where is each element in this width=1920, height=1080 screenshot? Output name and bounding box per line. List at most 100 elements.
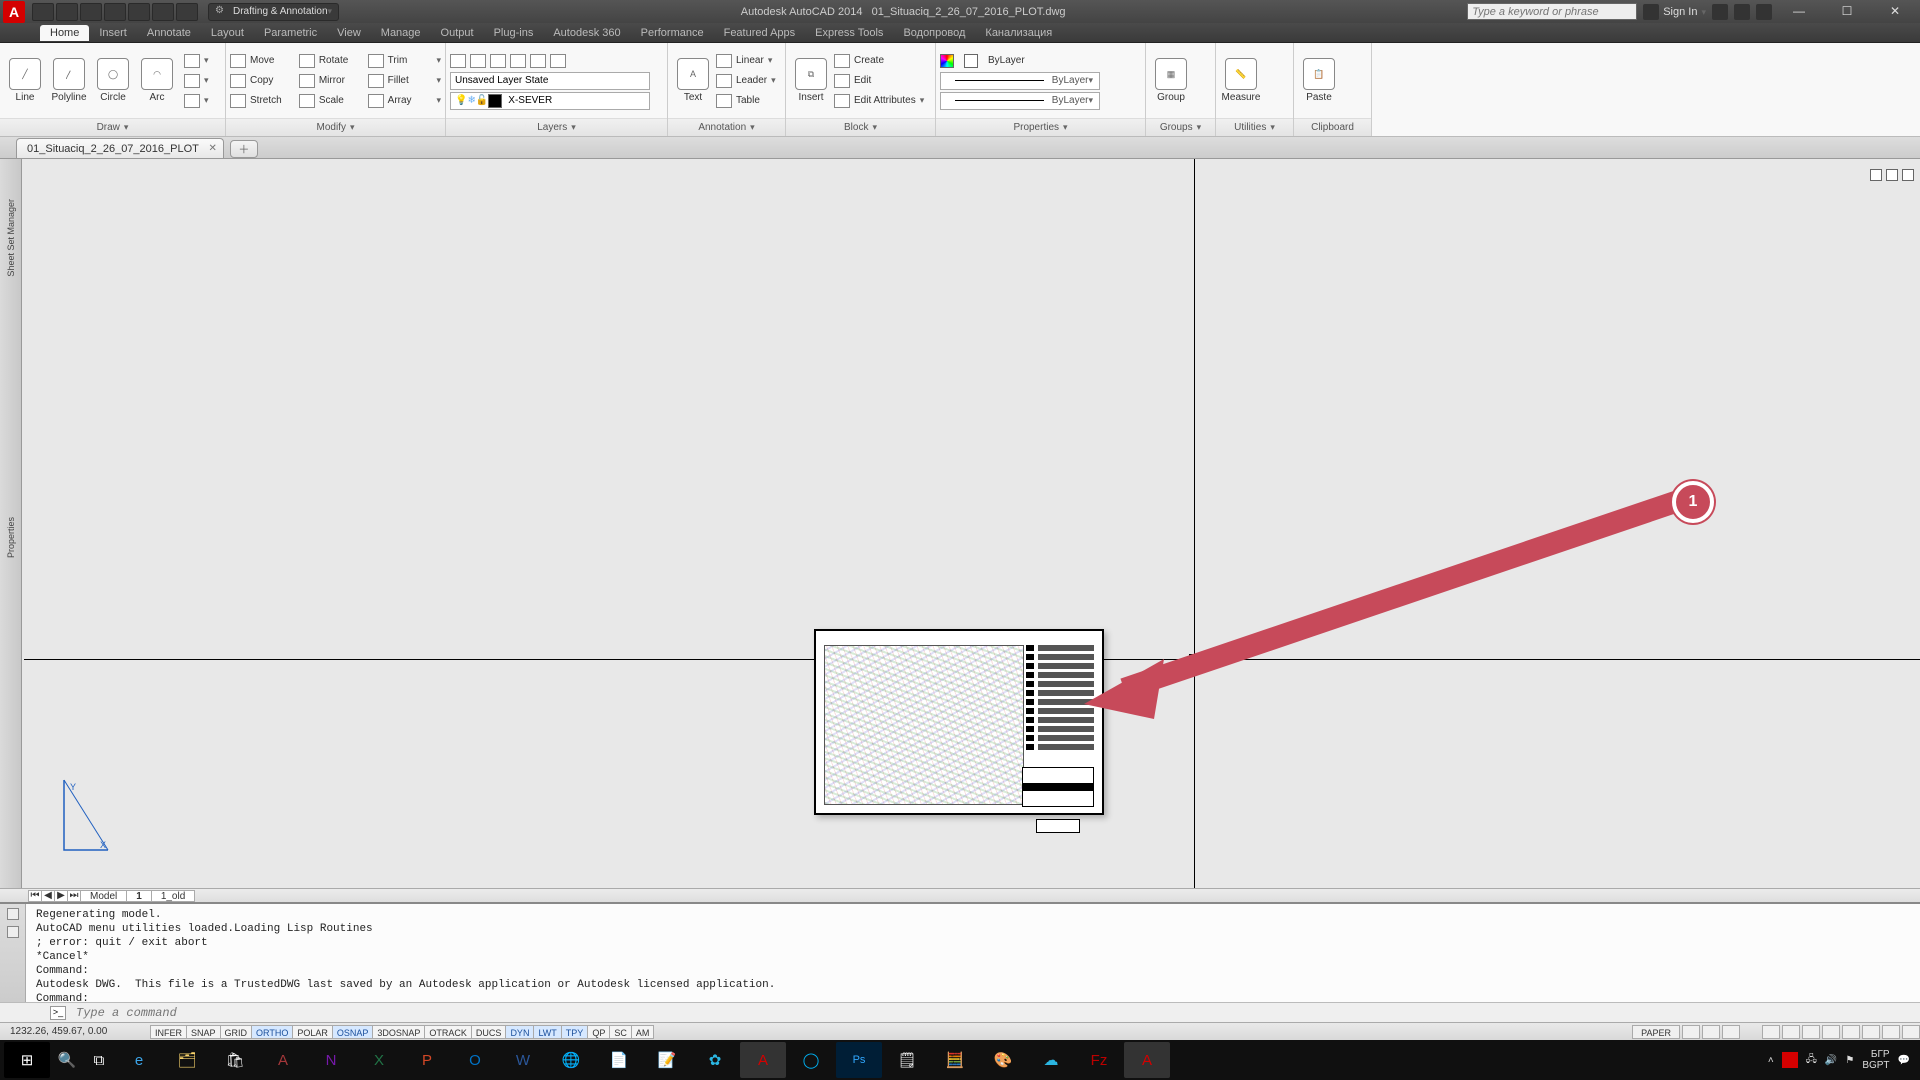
powerpoint-icon[interactable]: P bbox=[404, 1042, 450, 1078]
stretch-button[interactable]: Stretch bbox=[230, 94, 289, 108]
signin-button[interactable]: Sign In bbox=[1643, 4, 1706, 20]
file-tab[interactable]: 01_Situaciq_2_26_07_2016_PLOT ✕ bbox=[16, 138, 224, 158]
help-search-input[interactable] bbox=[1467, 3, 1637, 20]
toggle-ducs[interactable]: DUCS bbox=[471, 1025, 507, 1039]
toggle-polar[interactable]: POLAR bbox=[292, 1025, 333, 1039]
dimlinear-button[interactable]: Linear bbox=[716, 52, 776, 70]
paste-button[interactable]: 📋Paste bbox=[1298, 58, 1340, 103]
edge-icon[interactable]: e bbox=[116, 1042, 162, 1078]
arc-button[interactable]: ◠Arc bbox=[136, 58, 178, 103]
cleanscreen-icon[interactable] bbox=[1902, 1025, 1920, 1039]
modelpaper-toggle[interactable]: PAPER bbox=[1632, 1025, 1680, 1039]
layout-tab-1_old[interactable]: 1_old bbox=[151, 890, 195, 902]
toggle-grid[interactable]: GRID bbox=[220, 1025, 253, 1039]
array-button[interactable]: Array bbox=[368, 94, 427, 108]
qat-redo-icon[interactable] bbox=[176, 3, 198, 21]
group-button[interactable]: ▦Group bbox=[1150, 58, 1192, 103]
file-icon[interactable]: 📄 bbox=[596, 1042, 642, 1078]
store-icon[interactable]: 🛍 bbox=[212, 1042, 258, 1078]
photoshop-icon[interactable]: Ps bbox=[836, 1042, 882, 1078]
vp-min-icon[interactable] bbox=[1870, 169, 1882, 181]
sheetset-palette-label[interactable]: Sheet Set Manager bbox=[6, 199, 16, 277]
layout-tab-1[interactable]: 1 bbox=[126, 890, 152, 902]
toggle-sc[interactable]: SC bbox=[609, 1025, 632, 1039]
autocad2-icon[interactable]: A bbox=[1124, 1042, 1170, 1078]
tray-network-icon[interactable]: 🖧 bbox=[1806, 1052, 1817, 1069]
edit-block-button[interactable]: Edit bbox=[834, 72, 924, 90]
scale-button[interactable]: Scale bbox=[299, 94, 358, 108]
create-block-button[interactable]: Create bbox=[834, 52, 924, 70]
grid-display-icon[interactable] bbox=[1682, 1025, 1700, 1039]
properties-palette-label[interactable]: Properties bbox=[6, 517, 16, 558]
table-button[interactable]: Table bbox=[716, 92, 776, 110]
tray-app-icon[interactable] bbox=[1782, 1052, 1798, 1068]
tab-prev-icon[interactable]: ◀ bbox=[41, 890, 55, 902]
skype-icon[interactable]: ◯ bbox=[788, 1042, 834, 1078]
color-select[interactable]: ByLayer bbox=[940, 52, 1141, 70]
ribbon-tab-performance[interactable]: Performance bbox=[631, 25, 714, 41]
toggle-ortho[interactable]: ORTHO bbox=[251, 1025, 293, 1039]
mirror-button[interactable]: Mirror bbox=[299, 74, 358, 88]
app1-icon[interactable]: ✿ bbox=[692, 1042, 738, 1078]
isolate-icon[interactable] bbox=[1882, 1025, 1900, 1039]
workspace-switcher[interactable]: ⚙ Drafting & Annotation bbox=[208, 3, 339, 21]
help-icon[interactable] bbox=[1756, 4, 1772, 20]
qv-layouts-icon[interactable] bbox=[1702, 1025, 1720, 1039]
ribbon-tab-output[interactable]: Output bbox=[431, 25, 484, 41]
notepadpp-icon[interactable]: 📝 bbox=[644, 1042, 690, 1078]
ribbon-tab-view[interactable]: View bbox=[327, 25, 371, 41]
toggle-lwt[interactable]: LWT bbox=[533, 1025, 561, 1039]
explorer-icon[interactable]: 🗂 bbox=[164, 1042, 210, 1078]
calculator-icon[interactable]: 🧮 bbox=[932, 1042, 978, 1078]
ribbon-tab-autodesk 360[interactable]: Autodesk 360 bbox=[543, 25, 630, 41]
vp-close-icon[interactable] bbox=[1902, 169, 1914, 181]
tab-first-icon[interactable]: ⏮ bbox=[28, 890, 42, 902]
rectangle-button[interactable] bbox=[184, 52, 209, 70]
cmd-handle[interactable] bbox=[0, 904, 26, 1002]
app-logo[interactable]: A bbox=[3, 1, 25, 23]
lineweight-select[interactable]: ByLayer bbox=[940, 72, 1100, 90]
qat-saveas-icon[interactable] bbox=[104, 3, 126, 21]
cmd-prompt-icon[interactable]: >_ bbox=[50, 1006, 66, 1020]
toolbar-lock-icon[interactable] bbox=[1842, 1025, 1860, 1039]
toggle-am[interactable]: AM bbox=[631, 1025, 655, 1039]
filezilla-icon[interactable]: Fz bbox=[1076, 1042, 1122, 1078]
circle-button[interactable]: ◯Circle bbox=[92, 58, 134, 103]
ellipse-button[interactable] bbox=[184, 72, 209, 90]
new-tab-button[interactable]: ＋ bbox=[230, 140, 258, 158]
palette-bar[interactable]: Sheet Set Manager Properties bbox=[0, 159, 22, 888]
notes-icon[interactable]: 🗒 bbox=[884, 1042, 930, 1078]
minimize-button[interactable]: — bbox=[1778, 0, 1820, 23]
ribbon-tab-parametric[interactable]: Parametric bbox=[254, 25, 327, 41]
paint-icon[interactable]: 🎨 bbox=[980, 1042, 1026, 1078]
toggle-otrack[interactable]: OTRACK bbox=[424, 1025, 472, 1039]
tray-language[interactable]: БГРBGPT bbox=[1862, 1049, 1889, 1071]
toggle-dyn[interactable]: DYN bbox=[505, 1025, 534, 1039]
measure-button[interactable]: 📏Measure bbox=[1220, 58, 1262, 103]
ribbon-tab-express tools[interactable]: Express Tools bbox=[805, 25, 893, 41]
drawing-canvas[interactable]: YX 1 bbox=[24, 159, 1920, 888]
tab-next-icon[interactable]: ▶ bbox=[54, 890, 68, 902]
qat-new-icon[interactable] bbox=[32, 3, 54, 21]
ribbon-tab-featured apps[interactable]: Featured Apps bbox=[714, 25, 806, 41]
ribbon-tab-водопровод[interactable]: Водопровод bbox=[893, 25, 975, 41]
layout-sheet[interactable] bbox=[814, 629, 1104, 815]
qat-plot-icon[interactable] bbox=[128, 3, 150, 21]
exchange-icon[interactable] bbox=[1712, 4, 1728, 20]
layout-tab-model[interactable]: Model bbox=[80, 890, 127, 902]
rotate-button[interactable]: Rotate bbox=[299, 54, 358, 68]
ribbon-tab-annotate[interactable]: Annotate bbox=[137, 25, 201, 41]
trim-button[interactable]: Trim bbox=[368, 54, 427, 68]
chrome-icon[interactable]: 🌐 bbox=[548, 1042, 594, 1078]
qat-open-icon[interactable] bbox=[56, 3, 78, 21]
layer-state-select[interactable]: Unsaved Layer State bbox=[450, 72, 650, 90]
toggle-3dosnap[interactable]: 3DOSNAP bbox=[372, 1025, 425, 1039]
toggle-osnap[interactable]: OSNAP bbox=[332, 1025, 374, 1039]
linetype-select[interactable]: ByLayer bbox=[940, 92, 1100, 110]
close-tab-icon[interactable]: ✕ bbox=[208, 143, 216, 154]
text-button[interactable]: AText bbox=[672, 58, 714, 103]
edit-attr-button[interactable]: Edit Attributes bbox=[834, 92, 924, 110]
copy-button[interactable]: Copy bbox=[230, 74, 289, 88]
cmd-opts-icon[interactable] bbox=[7, 926, 19, 938]
access-icon[interactable]: A bbox=[260, 1042, 306, 1078]
